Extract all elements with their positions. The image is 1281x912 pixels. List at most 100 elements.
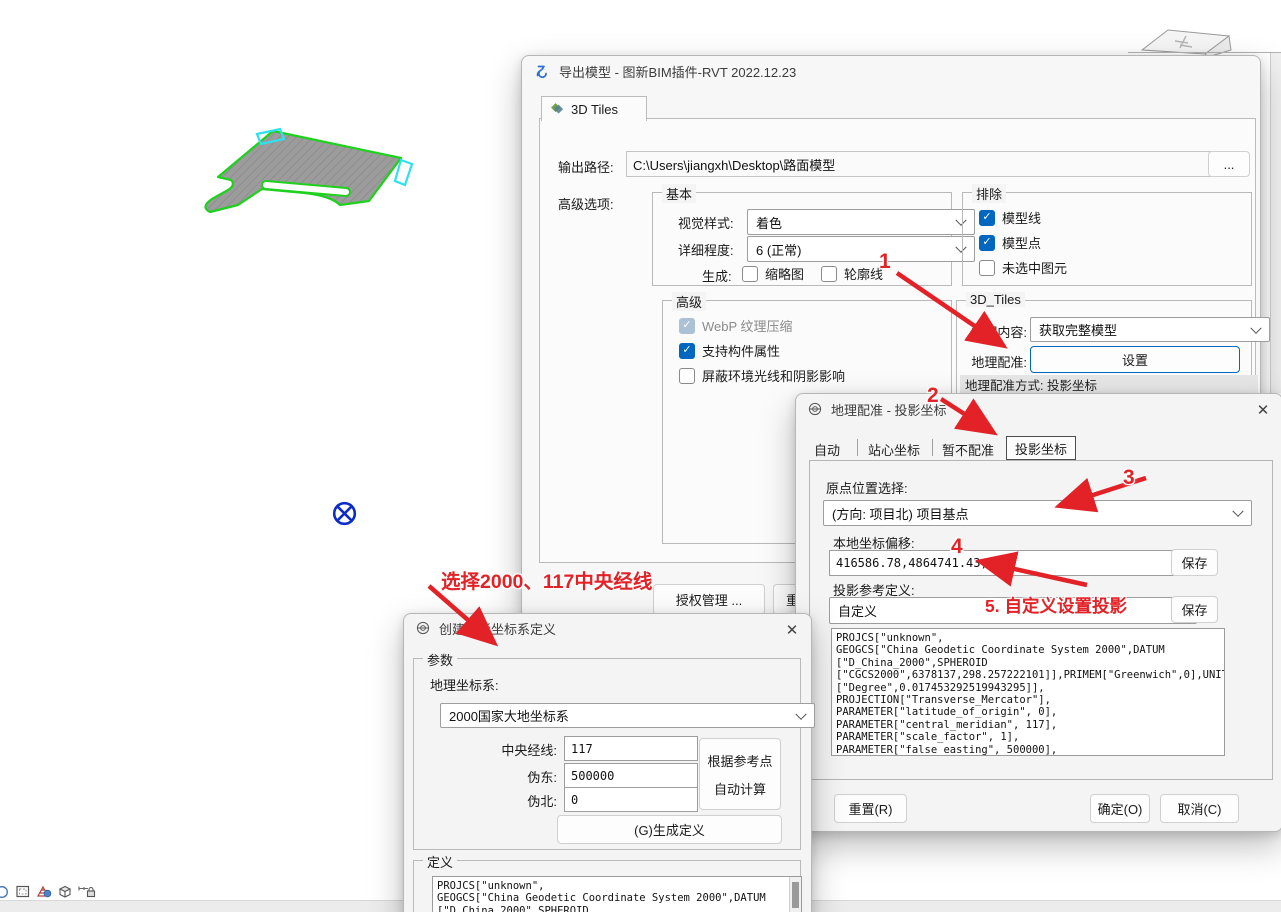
create-crs-titlebar[interactable]: 创建投影坐标系定义 — [404, 614, 811, 642]
wkt-scrollbar-thumb[interactable] — [792, 882, 799, 908]
params-group-title: 参数 — [423, 650, 457, 669]
temporary-hide-isolate-icon[interactable] — [57, 884, 73, 899]
component-attributes-label: 支持构件属性 — [702, 341, 780, 360]
outline-checkbox[interactable] — [821, 266, 837, 282]
model-lines-label: 模型线 — [1002, 208, 1041, 227]
detail-level-select[interactable]: 6 (正常) — [747, 236, 975, 262]
auto-calc-button[interactable]: 根据参考点 自动计算 — [699, 738, 781, 810]
data-content-label: 数据内容: — [965, 322, 1027, 341]
false-north-input[interactable]: 0 — [564, 787, 698, 812]
webp-compression-checkbox — [679, 318, 695, 334]
visual-style-label: 视觉样式: — [678, 213, 734, 232]
georeference-dialog-titlebar[interactable]: 地理配准 - 投影坐标 — [796, 394, 1281, 424]
projection-wkt-box[interactable]: PROJCS["unknown", GEOGCS["China Geodetic… — [831, 628, 1225, 756]
road-surface-model — [0, 0, 460, 240]
wkt-scrollbar[interactable] — [789, 877, 801, 912]
auto-calc-line1: 根据参考点 — [707, 751, 772, 770]
generate-definition-button[interactable]: (G)生成定义 — [557, 815, 782, 844]
component-attributes-checkbox[interactable] — [679, 343, 695, 359]
tab-station-coords[interactable]: 站心坐标 — [868, 440, 920, 459]
detail-level-label: 详细程度: — [678, 240, 734, 259]
georeference-label: 地理配准: — [965, 352, 1027, 371]
false-east-value: 500000 — [571, 769, 614, 783]
exclude-model-points-row: 模型点 — [979, 233, 1041, 252]
thumbnail-checkbox-row: 缩略图 — [742, 264, 804, 283]
browse-button[interactable]: ... — [1208, 151, 1250, 177]
export-dialog-titlebar[interactable]: 导出模型 - 图新BIM插件-RVT 2022.12.23 — [522, 56, 1260, 86]
exclude-group: 排除 模型线 模型点 未选中图元 — [962, 192, 1252, 286]
annotation-step-2: 2 — [927, 384, 939, 408]
projection-reference-value: 自定义 — [838, 601, 877, 620]
false-east-label: 伪东: — [469, 767, 557, 786]
survey-point-icon — [331, 500, 358, 527]
data-content-select[interactable]: 获取完整模型 — [1030, 317, 1270, 342]
annotation-step-4: 4 — [951, 535, 963, 559]
model-points-checkbox[interactable] — [979, 235, 995, 251]
gcs-select[interactable]: 2000国家大地坐标系 — [440, 703, 815, 728]
basic-group: 基本 视觉样式: 着色 详细程度: 6 (正常) 生成: 缩略图 轮廓线 — [652, 192, 952, 286]
save-offset-button[interactable]: 保存 — [1171, 549, 1218, 576]
tab-projected-coords[interactable]: 投影坐标 — [1006, 436, 1076, 460]
model-points-label: 模型点 — [1002, 233, 1041, 252]
local-offset-value: 416586.78,4864741.43,0 — [836, 556, 995, 570]
chevron-down-icon — [1250, 322, 1261, 333]
visual-style-icon[interactable] — [0, 884, 10, 899]
georeference-mode-bar: 地理配准方式: 投影坐标 — [960, 375, 1258, 394]
data-content-value: 获取完整模型 — [1039, 320, 1117, 339]
georeference-settings-button[interactable]: 设置 — [1030, 346, 1240, 373]
close-icon[interactable]: ✕ — [1251, 399, 1275, 421]
ok-button[interactable]: 确定(O) — [1090, 794, 1150, 823]
central-meridian-input[interactable]: 117 — [564, 736, 698, 761]
params-group: 参数 地理坐标系: 2000国家大地坐标系 中央经线: 117 伪东: 5000… — [413, 658, 801, 850]
ambient-shadow-checkbox[interactable] — [679, 368, 695, 384]
component-attrs-row: 支持构件属性 — [679, 341, 780, 360]
output-path-input[interactable]: C:\Users\jiangxh\Desktop\路面模型 — [626, 151, 1212, 177]
annotation-step-3: 3 — [1123, 466, 1135, 490]
false-east-input[interactable]: 500000 — [564, 763, 698, 788]
tab-no-georef[interactable]: 暂不配准 — [942, 440, 994, 459]
chevron-down-icon — [1232, 506, 1243, 517]
exclude-unselected-row: 未选中图元 — [979, 258, 1067, 277]
output-path-label: 输出路径: — [558, 157, 614, 176]
view-cube[interactable] — [1128, 20, 1281, 60]
license-management-button[interactable]: 授权管理 ... — [653, 584, 765, 615]
output-path-value: C:\Users\jiangxh\Desktop\路面模型 — [633, 155, 835, 174]
annotation-tip: 选择2000、117中央经线 — [441, 565, 652, 594]
visual-style-select[interactable]: 着色 — [747, 209, 975, 235]
reset-button[interactable]: 重置(R) — [834, 794, 907, 823]
cancel-button[interactable]: 取消(C) — [1160, 794, 1239, 823]
tab-3d-tiles[interactable]: 3D Tiles — [541, 96, 647, 121]
projection-wkt-text: PROJCS["unknown", GEOGCS["China Geodetic… — [836, 632, 1220, 756]
tiles-diamond-icon — [550, 102, 565, 116]
lock-3d-view-icon[interactable] — [78, 884, 96, 899]
thumbnail-checkbox[interactable] — [742, 266, 758, 282]
model-lines-checkbox[interactable] — [979, 210, 995, 226]
close-icon[interactable]: ✕ — [780, 619, 804, 641]
origin-position-select[interactable]: (方向: 项目北) 项目基点 — [823, 500, 1252, 526]
georeference-mode-text: 地理配准方式: 投影坐标 — [965, 375, 1097, 394]
globe-icon — [416, 621, 430, 635]
definition-wkt-box[interactable]: PROJCS["unknown", GEOGCS["China Geodetic… — [432, 876, 802, 912]
plugin-logo-icon — [534, 63, 550, 79]
crop-region-icon[interactable] — [15, 884, 31, 899]
tab-separator — [932, 439, 933, 456]
tab-separator — [857, 439, 858, 456]
drawing-area-edge — [1128, 52, 1281, 53]
local-offset-input[interactable]: 416586.78,4864741.43,0 — [829, 550, 1179, 576]
create-crs-title: 创建投影坐标系定义 — [439, 619, 556, 638]
reveal-hidden-elements-icon[interactable] — [36, 884, 52, 899]
revit-workspace: 导出模型 - 图新BIM插件-RVT 2022.12.23 3D Tiles 输… — [0, 0, 1281, 912]
ambient-shadow-row: 屏蔽环境光线和阴影影响 — [679, 366, 845, 385]
drawing-area-scrollbar[interactable] — [1270, 53, 1281, 393]
exclude-model-lines-row: 模型线 — [979, 208, 1041, 227]
thumbnail-label: 缩略图 — [765, 264, 804, 283]
unselected-elements-checkbox[interactable] — [979, 260, 995, 276]
generate-label: 生成: — [702, 266, 732, 285]
central-meridian-value: 117 — [571, 742, 593, 756]
false-north-label: 伪北: — [469, 791, 557, 810]
save-projection-button[interactable]: 保存 — [1171, 596, 1218, 623]
advanced-options-label: 高级选项: — [558, 194, 614, 213]
visual-style-value: 着色 — [756, 213, 782, 232]
tab-auto[interactable]: 自动 — [814, 440, 840, 459]
central-meridian-label: 中央经线: — [469, 740, 557, 759]
